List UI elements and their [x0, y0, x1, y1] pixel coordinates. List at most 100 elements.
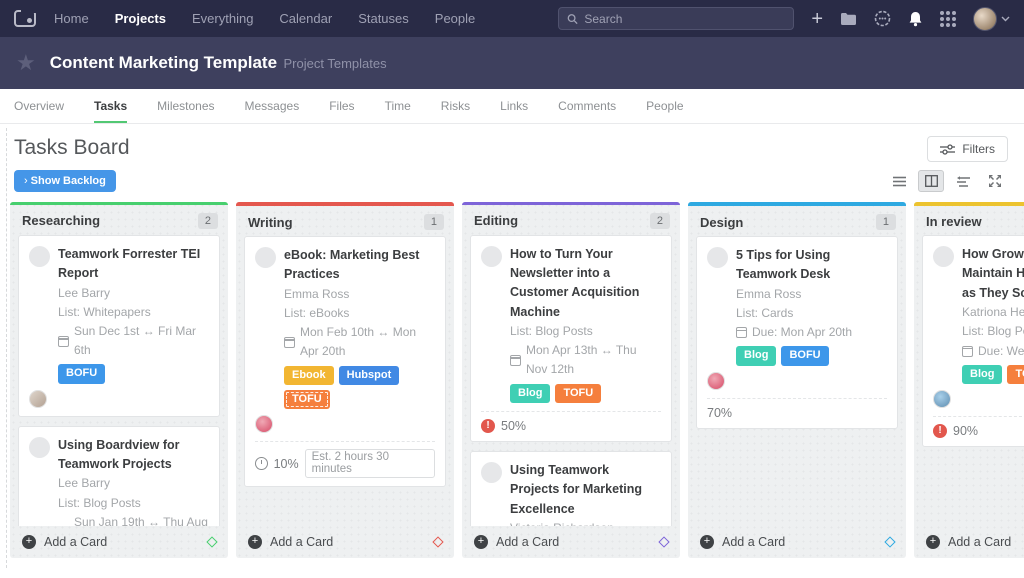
nav-item-projects[interactable]: Projects — [115, 11, 166, 26]
add-card-button[interactable]: +Add a Card — [10, 526, 228, 558]
assignee-avatar — [707, 372, 725, 390]
progress-percent: 50% — [501, 419, 526, 433]
tasks-board: Researching2Teamwork Forrester TEI Repor… — [0, 198, 1024, 564]
trigger-diamond-icon[interactable] — [658, 536, 669, 547]
project-header: ★ Content Marketing Template Project Tem… — [0, 37, 1024, 89]
tag-tofu[interactable]: TOFU — [284, 390, 330, 409]
list-view-button[interactable] — [886, 170, 912, 192]
sort-view-button[interactable] — [950, 170, 976, 192]
tag-blog[interactable]: Blog — [510, 384, 550, 403]
card-dates: Mon Feb 10th ↔ Mon Apr 20th — [284, 323, 435, 361]
user-menu[interactable] — [973, 7, 1010, 31]
card-top-row: How Growing Agencies Maintain Healthy Ma… — [933, 245, 1024, 303]
add-card-label: Add a Card — [44, 535, 107, 549]
tag-bofu[interactable]: BOFU — [781, 346, 828, 365]
card-list: List: Cards — [736, 304, 887, 323]
search-box[interactable] — [558, 7, 794, 30]
card-assignee: Emma Ross — [284, 285, 435, 304]
card-title: Teamwork Forrester TEI Report — [58, 245, 209, 284]
tab-messages[interactable]: Messages — [245, 89, 300, 123]
nav-item-home[interactable]: Home — [54, 11, 89, 26]
nav-item-people[interactable]: People — [435, 11, 475, 26]
tag-tofu[interactable]: TOFU — [1007, 365, 1024, 384]
card-top-row: 5 Tips for Using Teamwork Desk — [707, 246, 887, 285]
top-nav-bar: Home Projects Everything Calendar Statuses Pe… — [0, 0, 1024, 37]
trigger-diamond-icon[interactable] — [432, 536, 443, 547]
task-card[interactable]: Using Teamwork Projects for Marketing Ex… — [470, 451, 672, 526]
tag-blog[interactable]: Blog — [962, 365, 1002, 384]
apps-grid-icon[interactable] — [940, 11, 956, 27]
card-top-row: Teamwork Forrester TEI Report — [29, 245, 209, 284]
column-name: Editing — [474, 213, 518, 228]
tag-tofu[interactable]: TOFU — [555, 384, 601, 403]
star-icon[interactable]: ★ — [16, 52, 36, 74]
add-card-button[interactable]: +Add a Card — [914, 526, 1024, 558]
board-view-button[interactable] — [918, 170, 944, 192]
filters-button[interactable]: Filters — [927, 136, 1008, 162]
task-card[interactable]: How Growing Agencies Maintain Healthy Ma… — [922, 235, 1024, 447]
tab-time[interactable]: Time — [385, 89, 411, 123]
card-date-text: Mon Apr 13th ↔ Thu Nov 12th — [526, 341, 661, 379]
project-subtitle[interactable]: Project Templates — [284, 56, 387, 71]
column-header: Researching2 — [10, 205, 228, 235]
task-card[interactable]: Teamwork Forrester TEI ReportLee BarryLi… — [18, 235, 220, 417]
card-date-text: Due: Wed Sep 30th — [978, 342, 1024, 361]
card-dates: Due: Wed Sep 30th — [962, 342, 1024, 361]
teamwork-logo-icon[interactable] — [14, 10, 36, 27]
card-status-circle[interactable] — [707, 247, 728, 268]
tag-blog[interactable]: Blog — [736, 346, 776, 365]
tab-milestones[interactable]: Milestones — [157, 89, 214, 123]
tab-people[interactable]: People — [646, 89, 683, 123]
add-card-button[interactable]: + Add a Card — [236, 526, 454, 558]
search-input[interactable] — [584, 12, 785, 26]
task-card[interactable]: eBook: Marketing Best PracticesEmma Ross… — [244, 236, 446, 487]
nav-item-everything[interactable]: Everything — [192, 11, 253, 26]
card-status-circle[interactable] — [933, 246, 954, 267]
show-backlog-button[interactable]: ›Show Backlog — [14, 170, 116, 192]
projects-folder-icon[interactable] — [840, 12, 857, 26]
nav-item-statuses[interactable]: Statuses — [358, 11, 409, 26]
plus-circle-icon: + — [248, 535, 262, 549]
task-card[interactable]: 5 Tips for Using Teamwork DeskEmma RossL… — [696, 236, 898, 429]
card-status-circle[interactable] — [481, 246, 502, 267]
task-card[interactable]: Using Boardview for Teamwork ProjectsLee… — [18, 426, 220, 526]
card-title: 5 Tips for Using Teamwork Desk — [736, 246, 887, 285]
card-tags: Blog TOFU — [510, 384, 661, 403]
trigger-diamond-icon[interactable] — [884, 536, 895, 547]
tab-comments[interactable]: Comments — [558, 89, 616, 123]
tab-tasks[interactable]: Tasks — [94, 89, 127, 123]
column-header: Design1 — [688, 206, 906, 236]
quick-add-icon[interactable]: + — [811, 9, 823, 29]
tab-links[interactable]: Links — [500, 89, 528, 123]
tag-ebook[interactable]: Ebook — [284, 366, 334, 385]
project-title: Content Marketing Template — [50, 53, 277, 72]
card-status-circle[interactable] — [481, 462, 502, 483]
card-date-text: Mon Feb 10th ↔ Mon Apr 20th — [300, 323, 435, 361]
card-assignee: Lee Barry — [58, 474, 209, 493]
filters-icon — [940, 144, 955, 155]
add-card-button[interactable]: +Add a Card — [688, 526, 906, 558]
notifications-bell-icon[interactable] — [908, 11, 923, 27]
trigger-diamond-icon[interactable] — [206, 536, 217, 547]
chevron-down-icon — [1001, 16, 1010, 22]
tab-files[interactable]: Files — [329, 89, 354, 123]
column-cards: eBook: Marketing Best PracticesEmma Ross… — [236, 236, 454, 526]
tag-hubspot[interactable]: Hubspot — [339, 366, 400, 385]
tab-overview[interactable]: Overview — [14, 89, 64, 123]
card-top-row: Using Teamwork Projects for Marketing Ex… — [481, 461, 661, 519]
card-list: List: Blog Posts — [962, 322, 1024, 341]
card-status-circle[interactable] — [29, 437, 50, 458]
card-status-circle[interactable] — [255, 247, 276, 268]
add-card-label: Add a Card — [496, 535, 559, 549]
chat-icon[interactable] — [874, 10, 891, 27]
nav-item-calendar[interactable]: Calendar — [279, 11, 332, 26]
card-status-circle[interactable] — [29, 246, 50, 267]
add-card-label: Add a Card — [270, 535, 333, 549]
add-card-label: Add a Card — [722, 535, 785, 549]
tag-bofu[interactable]: BOFU — [58, 364, 105, 383]
task-card[interactable]: How to Turn Your Newsletter into a Custo… — [470, 235, 672, 442]
tab-risks[interactable]: Risks — [441, 89, 470, 123]
add-card-button[interactable]: +Add a Card — [462, 526, 680, 558]
card-top-row: eBook: Marketing Best Practices — [255, 246, 435, 285]
expand-view-button[interactable] — [982, 170, 1008, 192]
